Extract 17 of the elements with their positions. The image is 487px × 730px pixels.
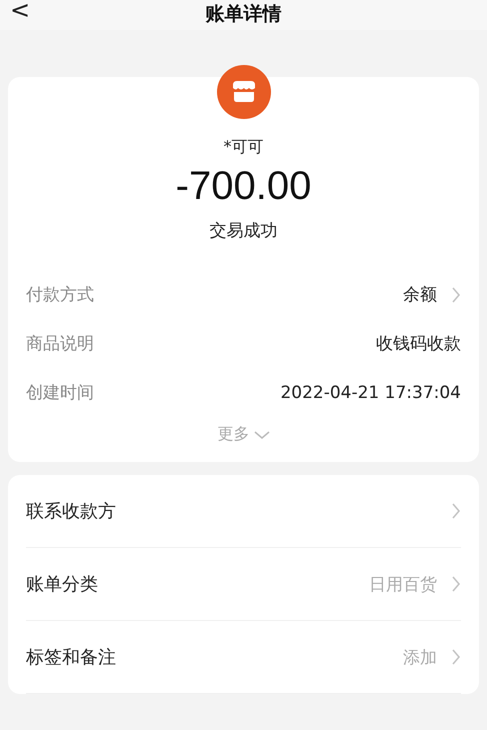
action-label[interactable]: 账单分类 [26, 572, 98, 596]
detail-label: 创建时间 [26, 382, 94, 404]
merchant-name: *可可 [224, 137, 264, 158]
back-button[interactable]: < [10, 0, 30, 24]
detail-label: 付款方式 [26, 284, 94, 306]
action-label[interactable]: 标签和备注 [26, 645, 116, 669]
detail-value: 2022-04-21 17:37:04 [280, 382, 461, 402]
detail-value: 收钱码收款 [376, 333, 461, 355]
detail-value: 余额 [403, 284, 437, 306]
action-label[interactable]: 联系收款方 [26, 499, 116, 523]
amount: -700.00 [176, 164, 312, 209]
transaction-status: 交易成功 [210, 220, 278, 242]
action-value: 添加 [403, 646, 437, 668]
page-title: 账单详情 [206, 2, 282, 27]
chevron-down-icon [254, 430, 270, 440]
action-value: 日用百货 [369, 574, 437, 596]
detail-label: 商品说明 [26, 333, 94, 355]
